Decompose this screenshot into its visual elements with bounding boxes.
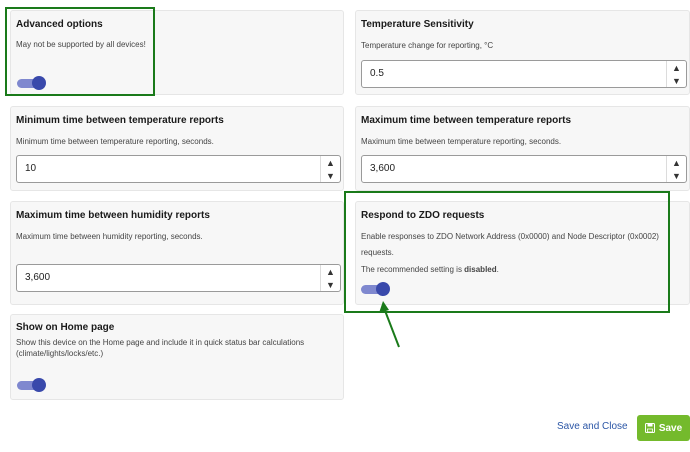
temperature-sensitivity-title: Temperature Sensitivity <box>361 19 474 30</box>
show-home-card: Show on Home page Show this device on th… <box>10 314 344 400</box>
step-up-icon[interactable]: ▲ <box>321 265 340 278</box>
max-temp-report-value: 3,600 <box>370 163 396 174</box>
temperature-sensitivity-desc: Temperature change for reporting, °C <box>361 41 494 50</box>
step-down-icon[interactable]: ▼ <box>321 278 340 291</box>
temperature-sensitivity-card: Temperature Sensitivity Temperature chan… <box>355 10 690 95</box>
zdo-requests-desc-line2: requests. <box>361 248 394 257</box>
temperature-sensitivity-stepper[interactable]: ▲ ▼ <box>666 61 686 87</box>
show-home-desc-line2: (climate/lights/locks/etc.) <box>16 349 104 358</box>
min-temp-report-title: Minimum time between temperature reports <box>16 115 224 126</box>
step-down-icon[interactable]: ▼ <box>667 169 686 182</box>
max-temp-report-stepper[interactable]: ▲ ▼ <box>666 156 686 182</box>
temperature-sensitivity-input[interactable]: 0.5 ▲ ▼ <box>361 60 687 88</box>
max-temp-report-title: Maximum time between temperature reports <box>361 115 572 126</box>
step-up-icon[interactable]: ▲ <box>667 156 686 169</box>
toggle-knob <box>32 378 46 392</box>
save-and-close-button[interactable]: Save and Close <box>557 421 628 432</box>
max-humidity-report-title: Maximum time between humidity reports <box>16 210 210 221</box>
floppy-disk-icon <box>644 423 655 433</box>
zdo-requests-card: Respond to ZDO requests Enable responses… <box>355 201 690 305</box>
advanced-options-title: Advanced options <box>16 19 103 30</box>
annotation-arrow-icon <box>379 301 400 348</box>
max-temp-report-card: Maximum time between temperature reports… <box>355 106 690 191</box>
show-home-toggle[interactable] <box>17 377 46 393</box>
advanced-options-toggle[interactable] <box>17 75 46 91</box>
advanced-options-card: Advanced options May not be supported by… <box>10 10 344 95</box>
min-temp-report-desc: Minimum time between temperature reporti… <box>16 137 214 146</box>
max-humidity-report-input[interactable]: 3,600 ▲ ▼ <box>16 264 341 292</box>
max-humidity-report-card: Maximum time between humidity reports Ma… <box>10 201 344 305</box>
min-temp-report-card: Minimum time between temperature reports… <box>10 106 344 191</box>
max-temp-report-desc: Maximum time between temperature reporti… <box>361 137 562 146</box>
min-temp-report-input[interactable]: 10 ▲ ▼ <box>16 155 341 183</box>
zdo-recommended-text: The recommended setting is disabled. <box>361 262 499 278</box>
step-up-icon[interactable]: ▲ <box>667 61 686 74</box>
step-down-icon[interactable]: ▼ <box>667 74 686 87</box>
min-temp-report-value: 10 <box>25 163 37 174</box>
min-temp-report-stepper[interactable]: ▲ ▼ <box>320 156 340 182</box>
step-down-icon[interactable]: ▼ <box>321 169 340 182</box>
zdo-recommended-suffix: . <box>496 265 499 274</box>
show-home-title: Show on Home page <box>16 322 115 333</box>
advanced-options-desc: May not be supported by all devices! <box>16 40 146 49</box>
save-button[interactable]: Save <box>637 415 690 441</box>
temperature-sensitivity-value: 0.5 <box>370 68 384 79</box>
max-temp-report-input[interactable]: 3,600 ▲ ▼ <box>361 155 687 183</box>
save-button-label: Save <box>658 422 683 434</box>
max-humidity-report-stepper[interactable]: ▲ ▼ <box>320 265 340 291</box>
max-humidity-report-desc: Maximum time between humidity reporting,… <box>16 232 203 241</box>
zdo-recommended-prefix: The recommended setting is <box>361 265 465 274</box>
zdo-requests-desc-line1: Enable responses to ZDO Network Address … <box>361 232 659 241</box>
show-home-desc-line1: Show this device on the Home page and in… <box>16 338 305 347</box>
max-humidity-report-value: 3,600 <box>25 272 51 283</box>
zdo-recommended-value: disabled <box>464 265 497 274</box>
zdo-requests-title: Respond to ZDO requests <box>361 210 485 221</box>
step-up-icon[interactable]: ▲ <box>321 156 340 169</box>
toggle-knob <box>376 282 390 296</box>
toggle-knob <box>32 76 46 90</box>
